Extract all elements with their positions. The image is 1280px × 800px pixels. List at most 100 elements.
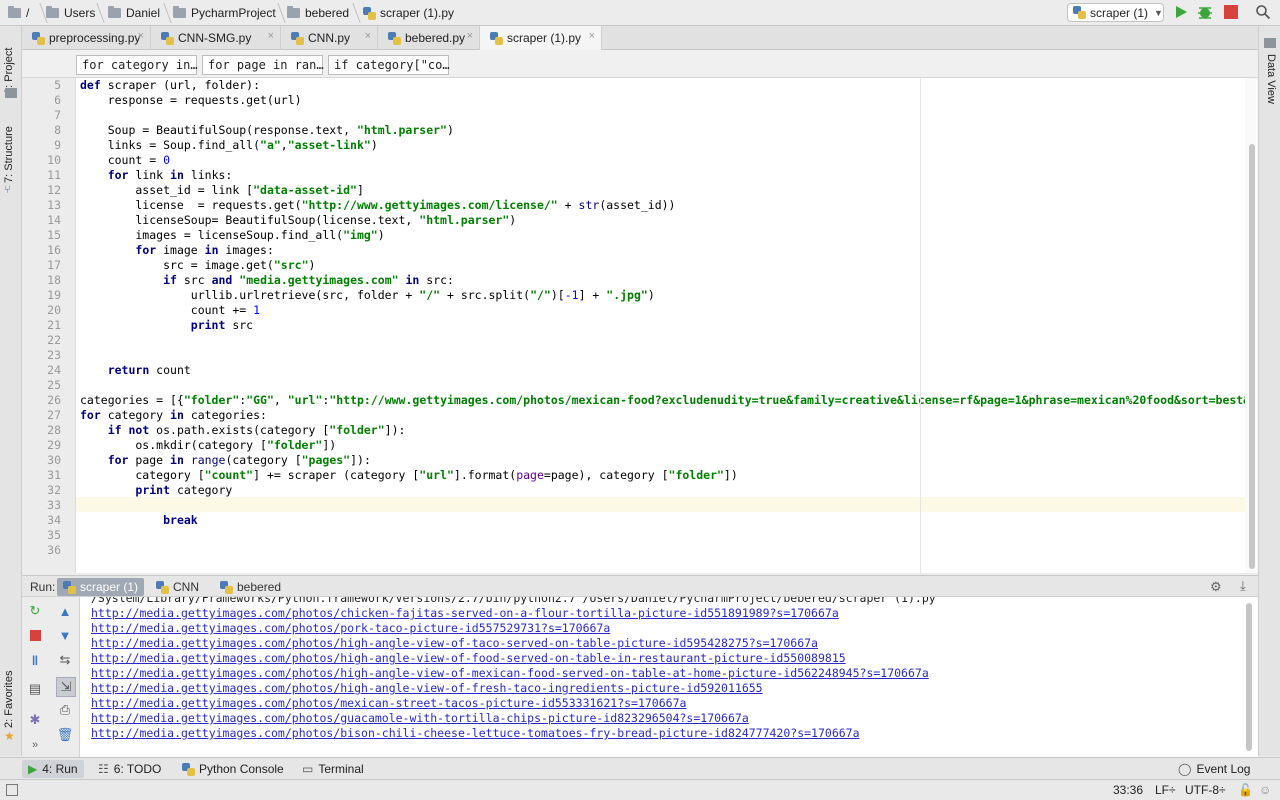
close-icon[interactable]: × [365, 30, 371, 42]
code-line[interactable]: count += 1 [80, 303, 260, 318]
print-icon[interactable]: ⎙ [57, 702, 73, 718]
code-line[interactable]: license = requests.get("http://www.getty… [80, 198, 675, 213]
run-tab-bebered[interactable]: bebered [214, 578, 287, 596]
console-link[interactable]: http://media.gettyimages.com/photos/guac… [91, 711, 749, 726]
run-button[interactable] [1174, 5, 1188, 19]
console-link[interactable]: http://media.gettyimages.com/photos/biso… [91, 726, 860, 741]
scroll-to-end-icon[interactable]: ⇲ [56, 677, 76, 697]
tab-bebered[interactable]: bebered.py × [378, 26, 480, 50]
code-line[interactable]: Soup = BeautifulSoup(response.text, "htm… [80, 123, 454, 138]
breadcrumb-item-users[interactable]: Users [46, 5, 95, 21]
more-icon[interactable]: » [27, 737, 43, 753]
tab-scraper[interactable]: scraper (1).py × [480, 26, 602, 50]
code-line[interactable]: print src [80, 318, 253, 333]
layout-icon[interactable]: ▤ [27, 681, 43, 697]
trash-icon[interactable]: 🗑 [57, 727, 74, 743]
structure-tool-button[interactable]: 7: Structure [3, 121, 17, 191]
file-encoding[interactable]: UTF-8÷ [1185, 783, 1226, 797]
stop-button[interactable] [27, 627, 43, 643]
inspector-icon[interactable]: ☺ [1259, 783, 1271, 797]
structure-tool-label: 7: Structure [3, 126, 15, 183]
code-line[interactable]: os.mkdir(category ["folder"]) [80, 438, 336, 453]
close-icon[interactable]: × [589, 30, 595, 42]
tab-run[interactable]: ▶ 4: Run [22, 760, 84, 778]
code-line[interactable]: for image in images: [80, 243, 274, 258]
rerun-icon[interactable]: ↻ [27, 603, 43, 619]
code-line[interactable]: print category [80, 483, 232, 498]
tab-todo[interactable]: ☷ 6: TODO [92, 760, 167, 778]
code-line[interactable]: licenseSoup= BeautifulSoup(license.text,… [80, 213, 516, 228]
editor-scrollbar[interactable] [1245, 78, 1258, 573]
code-line[interactable]: asset_id = link ["data-asset-id"] [80, 183, 364, 198]
line-number: 33 [47, 498, 61, 512]
code-line[interactable]: for page in range(category ["pages"]): [80, 453, 371, 468]
console-output[interactable]: /System/Library/Frameworks/Python.framew… [80, 597, 1258, 757]
code-breadcrumb-for-category[interactable]: for category in… [76, 55, 198, 75]
code-line[interactable]: count = 0 [80, 153, 170, 168]
close-icon[interactable]: × [268, 30, 274, 42]
console-link[interactable]: http://media.gettyimages.com/photos/high… [91, 666, 929, 681]
console-link[interactable]: http://media.gettyimages.com/photos/high… [91, 636, 818, 651]
code-breadcrumb-for-page[interactable]: for page in ran… [202, 55, 324, 75]
breadcrumb-item-bebered[interactable]: bebered [287, 5, 349, 21]
caret-position[interactable]: 33:36 [1113, 783, 1143, 797]
code-line[interactable]: urllib.urlretrieve(src, folder + "/" + s… [80, 288, 655, 303]
line-separator[interactable]: LF÷ [1155, 783, 1176, 797]
stop-button[interactable] [1224, 5, 1238, 19]
breadcrumb-root[interactable]: / [8, 5, 29, 21]
line-number: 9 [54, 138, 61, 152]
console-link[interactable]: http://media.gettyimages.com/photos/mexi… [91, 696, 686, 711]
console-link[interactable]: http://media.gettyimages.com/photos/high… [91, 681, 763, 696]
lock-icon[interactable]: 🔓 [1238, 783, 1253, 797]
gear-icon[interactable]: ⚙ [1210, 579, 1222, 595]
hide-panel-icon[interactable]: ⤓ [1240, 578, 1246, 594]
code-line[interactable]: for link in links: [80, 168, 233, 183]
search-button[interactable] [1255, 4, 1271, 20]
python-file-icon [220, 580, 233, 594]
code-line[interactable]: categories = [{"folder":"GG", "url":"htt… [80, 393, 1257, 408]
code-line[interactable]: if not os.path.exists(category ["folder"… [80, 423, 406, 438]
line-number: 27 [47, 408, 61, 422]
console-link[interactable]: http://media.gettyimages.com/photos/high… [91, 651, 846, 666]
tab-cnn[interactable]: CNN.py × [281, 26, 378, 50]
tab-terminal[interactable]: ▭ Terminal [296, 760, 370, 778]
console-scrollbar-thumb[interactable] [1246, 603, 1252, 751]
run-tab-scraper[interactable]: scraper (1) [57, 578, 144, 596]
code-line[interactable]: images = licenseSoup.find_all("img") [80, 228, 384, 243]
debug-button[interactable] [1197, 4, 1213, 20]
tab-python-console[interactable]: Python Console [176, 760, 290, 778]
breadcrumb-item-pycharmproject[interactable]: PycharmProject [173, 5, 276, 21]
arrow-down-icon[interactable]: ▼ [57, 627, 73, 643]
tab-cnn-smg[interactable]: CNN-SMG.py × [151, 26, 281, 50]
scrollbar-thumb[interactable] [1249, 144, 1255, 569]
pause-icon[interactable]: ‖ [27, 652, 43, 668]
code-line[interactable]: if src and "media.gettyimages.com" in sr… [80, 273, 454, 288]
code-line[interactable]: for category in categories: [80, 408, 267, 423]
arrow-up-icon[interactable]: ▲ [57, 603, 73, 619]
event-log-button[interactable]: ◯ Event Log [1172, 760, 1256, 778]
code-line[interactable]: links = Soup.find_all("a","asset-link") [80, 138, 378, 153]
code-line[interactable]: def scraper (url, folder): [80, 78, 260, 93]
project-tool-button[interactable]: 1: Project [3, 36, 17, 94]
breadcrumb-item-file[interactable]: scraper (1).py [363, 5, 454, 21]
run-tab-cnn[interactable]: CNN [150, 578, 205, 596]
tab-preprocessing[interactable]: preprocessing.py × [22, 26, 151, 50]
code-line[interactable]: response = requests.get(url) [80, 93, 302, 108]
code-breadcrumb-if-category[interactable]: if category["co… [328, 55, 450, 75]
close-icon[interactable]: × [467, 30, 473, 42]
close-icon[interactable]: × [138, 30, 144, 42]
breadcrumb-item-daniel[interactable]: Daniel [108, 5, 160, 21]
code-line[interactable]: return count [80, 363, 191, 378]
data-view-tool-button[interactable]: Data View [1261, 52, 1279, 112]
run-config-select[interactable]: scraper (1) ▼ [1067, 3, 1164, 22]
code-line[interactable]: category ["count"] += scraper (category … [80, 468, 737, 483]
plugin-icon[interactable]: ✱ [27, 712, 43, 728]
console-link[interactable]: http://media.gettyimages.com/photos/pork… [91, 621, 610, 636]
favorites-tool-button[interactable]: 2: Favorites [3, 666, 17, 736]
code-line[interactable]: break [80, 513, 198, 528]
console-link[interactable]: http://media.gettyimages.com/photos/chic… [91, 606, 839, 621]
tool-windows-icon[interactable] [6, 784, 18, 796]
code-line[interactable]: src = image.get("src") [80, 258, 315, 273]
soft-wrap-icon[interactable]: ⇆ [57, 652, 73, 668]
python-file-icon [1073, 6, 1086, 19]
